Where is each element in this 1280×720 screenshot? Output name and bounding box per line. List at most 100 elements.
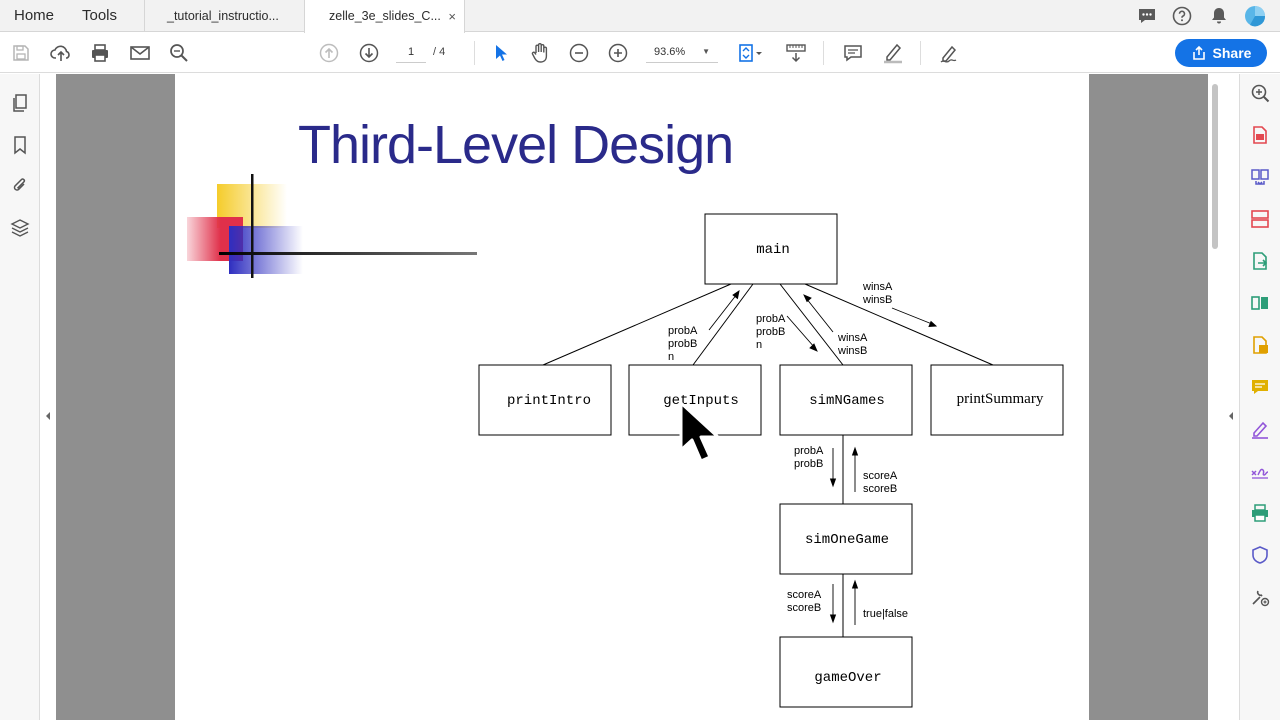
edge-label: scoreB — [863, 483, 897, 495]
select-cursor-icon[interactable] — [490, 42, 512, 64]
zoom-level-value: 93.6% — [654, 46, 686, 58]
toolbar: / 4 93.6% ▼ Share — [0, 33, 1280, 73]
right-tools-rail — [1239, 74, 1280, 720]
previous-page-icon[interactable] — [318, 42, 340, 64]
mouse-pointer-cursor — [679, 401, 720, 463]
edge-label: true|false — [863, 608, 908, 620]
node-label-simonegame: simOneGame — [805, 532, 889, 548]
document-tab-zelle-slides[interactable]: zelle_3e_slides_C... × — [304, 0, 465, 33]
search-zoom-icon[interactable] — [168, 42, 190, 64]
page-total-label: / 4 — [433, 46, 446, 58]
arrowhead — [809, 343, 818, 352]
edge-label: scoreB — [787, 602, 821, 614]
left-navigation-rail — [0, 74, 40, 720]
export-pdf-icon[interactable] — [1249, 250, 1271, 272]
request-signature-icon[interactable] — [1249, 460, 1271, 482]
connector-main-printintro — [542, 283, 732, 366]
edge-label: scoreA — [863, 470, 898, 482]
edge-label: winsB — [837, 345, 867, 357]
arrowhead — [803, 294, 812, 303]
print-icon[interactable] — [89, 42, 111, 64]
notifications-bell-icon[interactable] — [1208, 5, 1230, 27]
more-tools-icon[interactable] — [1249, 586, 1271, 608]
arrowhead — [829, 614, 837, 624]
edge-label: winsB — [862, 294, 892, 306]
zoom-level-dropdown[interactable]: 93.6% ▼ — [646, 41, 718, 63]
document-tab-zelle-label: zelle_3e_slides_C... — [329, 9, 441, 23]
node-label-main: main — [756, 242, 790, 258]
comment-icon[interactable] — [842, 42, 864, 64]
edge-label: winsA — [862, 281, 893, 293]
bookmark-icon[interactable] — [9, 134, 31, 156]
zoom-in-icon[interactable] — [607, 42, 629, 64]
node-label-printsummary: printSummary — [957, 391, 1044, 407]
sign-pen-icon[interactable] — [939, 42, 961, 64]
slide-title: Third-Level Design — [298, 115, 734, 175]
arrowhead — [829, 478, 837, 488]
help-icon[interactable] — [1171, 5, 1193, 27]
share-icon — [1192, 45, 1205, 60]
toolbar-divider — [474, 41, 475, 65]
toolbar-divider — [823, 41, 824, 65]
compare-files-icon[interactable] — [1249, 292, 1271, 314]
edge-label: probA — [668, 325, 698, 337]
chevron-down-icon: ▼ — [702, 47, 710, 56]
combine-files-icon[interactable] — [1249, 166, 1271, 188]
organize-pages-icon[interactable] — [1249, 208, 1271, 230]
left-panel-collapse-icon[interactable] — [44, 409, 52, 423]
enhance-scan-zoom-icon[interactable] — [1249, 82, 1271, 104]
arrow-main-to-simngames — [786, 315, 816, 349]
cloud-upload-icon[interactable] — [50, 42, 72, 64]
arrowhead — [851, 579, 859, 589]
right-panel-collapse-icon[interactable] — [1227, 409, 1235, 423]
arrowhead — [928, 320, 938, 328]
node-label-gameover: gameOver — [814, 670, 881, 686]
edit-pdf-icon[interactable] — [1249, 334, 1271, 356]
next-page-icon[interactable] — [358, 42, 380, 64]
print-production-icon[interactable] — [1249, 502, 1271, 524]
email-icon[interactable] — [129, 42, 151, 64]
document-tab-tutorial[interactable]: _tutorial_instructio... — [144, 0, 304, 32]
chat-icon[interactable] — [1136, 5, 1158, 27]
arrowhead — [851, 446, 859, 456]
fit-page-icon[interactable] — [736, 42, 766, 64]
zoom-out-icon[interactable] — [568, 42, 590, 64]
highlight-pen-icon[interactable] — [882, 42, 904, 64]
tab-close-icon[interactable]: × — [448, 0, 456, 33]
share-button[interactable]: Share — [1175, 39, 1267, 67]
scroll-mode-icon[interactable] — [785, 42, 807, 64]
toolbar-divider — [920, 41, 921, 65]
edge-label: n — [668, 351, 674, 363]
node-label-simngames: simNGames — [809, 393, 885, 409]
edge-label: n — [756, 339, 762, 351]
protect-shield-icon[interactable] — [1249, 544, 1271, 566]
edge-label: winsA — [837, 332, 868, 344]
edge-label: probB — [794, 458, 823, 470]
tools-tab[interactable]: Tools — [82, 0, 117, 32]
page-thumbnails-icon[interactable] — [9, 92, 31, 114]
edge-label: probB — [668, 338, 697, 350]
edge-label: probA — [794, 445, 824, 457]
edge-label: probA — [756, 313, 786, 325]
attachment-paperclip-icon[interactable] — [9, 174, 31, 196]
pdf-page: Third-Level Design main printIntro getIn… — [175, 74, 1089, 720]
scrollbar-thumb[interactable] — [1212, 84, 1218, 249]
comment-tool-icon[interactable] — [1249, 376, 1271, 398]
slide-decoration — [187, 174, 477, 278]
home-tab[interactable]: Home — [14, 0, 54, 32]
document-tab-tutorial-label: _tutorial_instructio... — [167, 9, 279, 23]
tab-bar: Home Tools _tutorial_instructio... zelle… — [0, 0, 1280, 33]
hand-tool-icon[interactable] — [529, 42, 551, 64]
vertical-scrollbar[interactable] — [1208, 74, 1222, 720]
edge-label: scoreA — [787, 589, 822, 601]
node-label-printintro: printIntro — [507, 393, 591, 409]
save-icon[interactable] — [10, 42, 32, 64]
layers-icon[interactable] — [9, 217, 31, 239]
fill-and-sign-icon[interactable] — [1249, 418, 1271, 440]
structure-chart-diagram: main printIntro getInputs simNGames simO… — [478, 213, 1064, 708]
account-avatar-icon[interactable] — [1244, 5, 1266, 27]
edge-label: probB — [756, 326, 785, 338]
share-button-label: Share — [1212, 45, 1252, 61]
page-number-input[interactable] — [396, 41, 426, 63]
create-pdf-icon[interactable] — [1249, 124, 1271, 146]
